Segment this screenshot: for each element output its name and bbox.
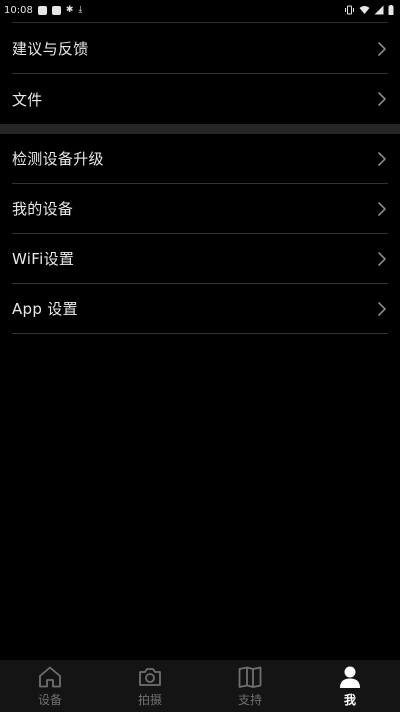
chevron-right-icon bbox=[378, 201, 386, 216]
menu-item-feedback[interactable]: 建议与反馈 bbox=[12, 24, 388, 74]
section-separator bbox=[0, 124, 400, 134]
top-divider bbox=[12, 22, 388, 23]
menu-item-files[interactable]: 文件 bbox=[12, 74, 388, 124]
person-icon bbox=[340, 666, 360, 688]
menu-item-label: 我的设备 bbox=[12, 200, 74, 218]
bottom-tab-bar: 设备 拍摄 支持 我 bbox=[0, 660, 400, 712]
chevron-right-icon bbox=[378, 41, 386, 56]
chevron-right-icon bbox=[378, 92, 386, 106]
bug-icon: ✱ bbox=[65, 5, 74, 15]
tab-me[interactable]: 我 bbox=[300, 660, 400, 712]
vibrate-icon bbox=[345, 5, 354, 15]
status-time: 10:08 bbox=[4, 4, 33, 16]
menu-item-label: WiFi设置 bbox=[12, 250, 75, 268]
battery-icon bbox=[388, 5, 394, 15]
menu-item-label: App 设置 bbox=[12, 300, 78, 318]
tab-shoot[interactable]: 拍摄 bbox=[100, 660, 200, 712]
tab-label: 我 bbox=[343, 692, 356, 707]
home-icon bbox=[39, 666, 61, 687]
chevron-right-icon bbox=[378, 151, 386, 166]
tab-support[interactable]: 支持 bbox=[200, 660, 300, 712]
tab-label: 支持 bbox=[237, 692, 262, 707]
menu-group-feedback: 建议与反馈 文件 bbox=[12, 24, 388, 124]
menu-item-label: 建议与反馈 bbox=[12, 40, 89, 58]
signal-icon bbox=[374, 5, 384, 15]
menu-item-label: 文件 bbox=[12, 90, 43, 109]
status-left: 10:08 ✱ ⤓ bbox=[0, 5, 82, 16]
wifi-icon bbox=[359, 6, 370, 14]
chevron-right-icon bbox=[378, 251, 386, 266]
menu-item-wifi-settings[interactable]: WiFi设置 bbox=[12, 234, 388, 284]
tab-devices[interactable]: 设备 bbox=[0, 660, 100, 712]
status-bar: 10:08 ✱ ⤓ bbox=[0, 0, 400, 20]
camera-icon bbox=[139, 667, 161, 686]
chevron-right-icon bbox=[378, 301, 386, 316]
menu-item-label: 检测设备升级 bbox=[12, 150, 104, 168]
tab-label: 拍摄 bbox=[137, 692, 162, 707]
status-right bbox=[344, 5, 400, 15]
menu-group-device: 检测设备升级 我的设备 WiFi设置 App 设置 bbox=[12, 134, 388, 334]
square-notification-icon bbox=[51, 5, 61, 15]
menu-item-check-upgrade[interactable]: 检测设备升级 bbox=[12, 134, 388, 184]
menu-item-my-devices[interactable]: 我的设备 bbox=[12, 184, 388, 234]
menu-item-app-settings[interactable]: App 设置 bbox=[12, 284, 388, 334]
tab-label: 设备 bbox=[37, 692, 62, 707]
download-icon: ⤓ bbox=[78, 5, 83, 15]
book-icon bbox=[238, 666, 262, 688]
square-icon bbox=[37, 5, 47, 15]
